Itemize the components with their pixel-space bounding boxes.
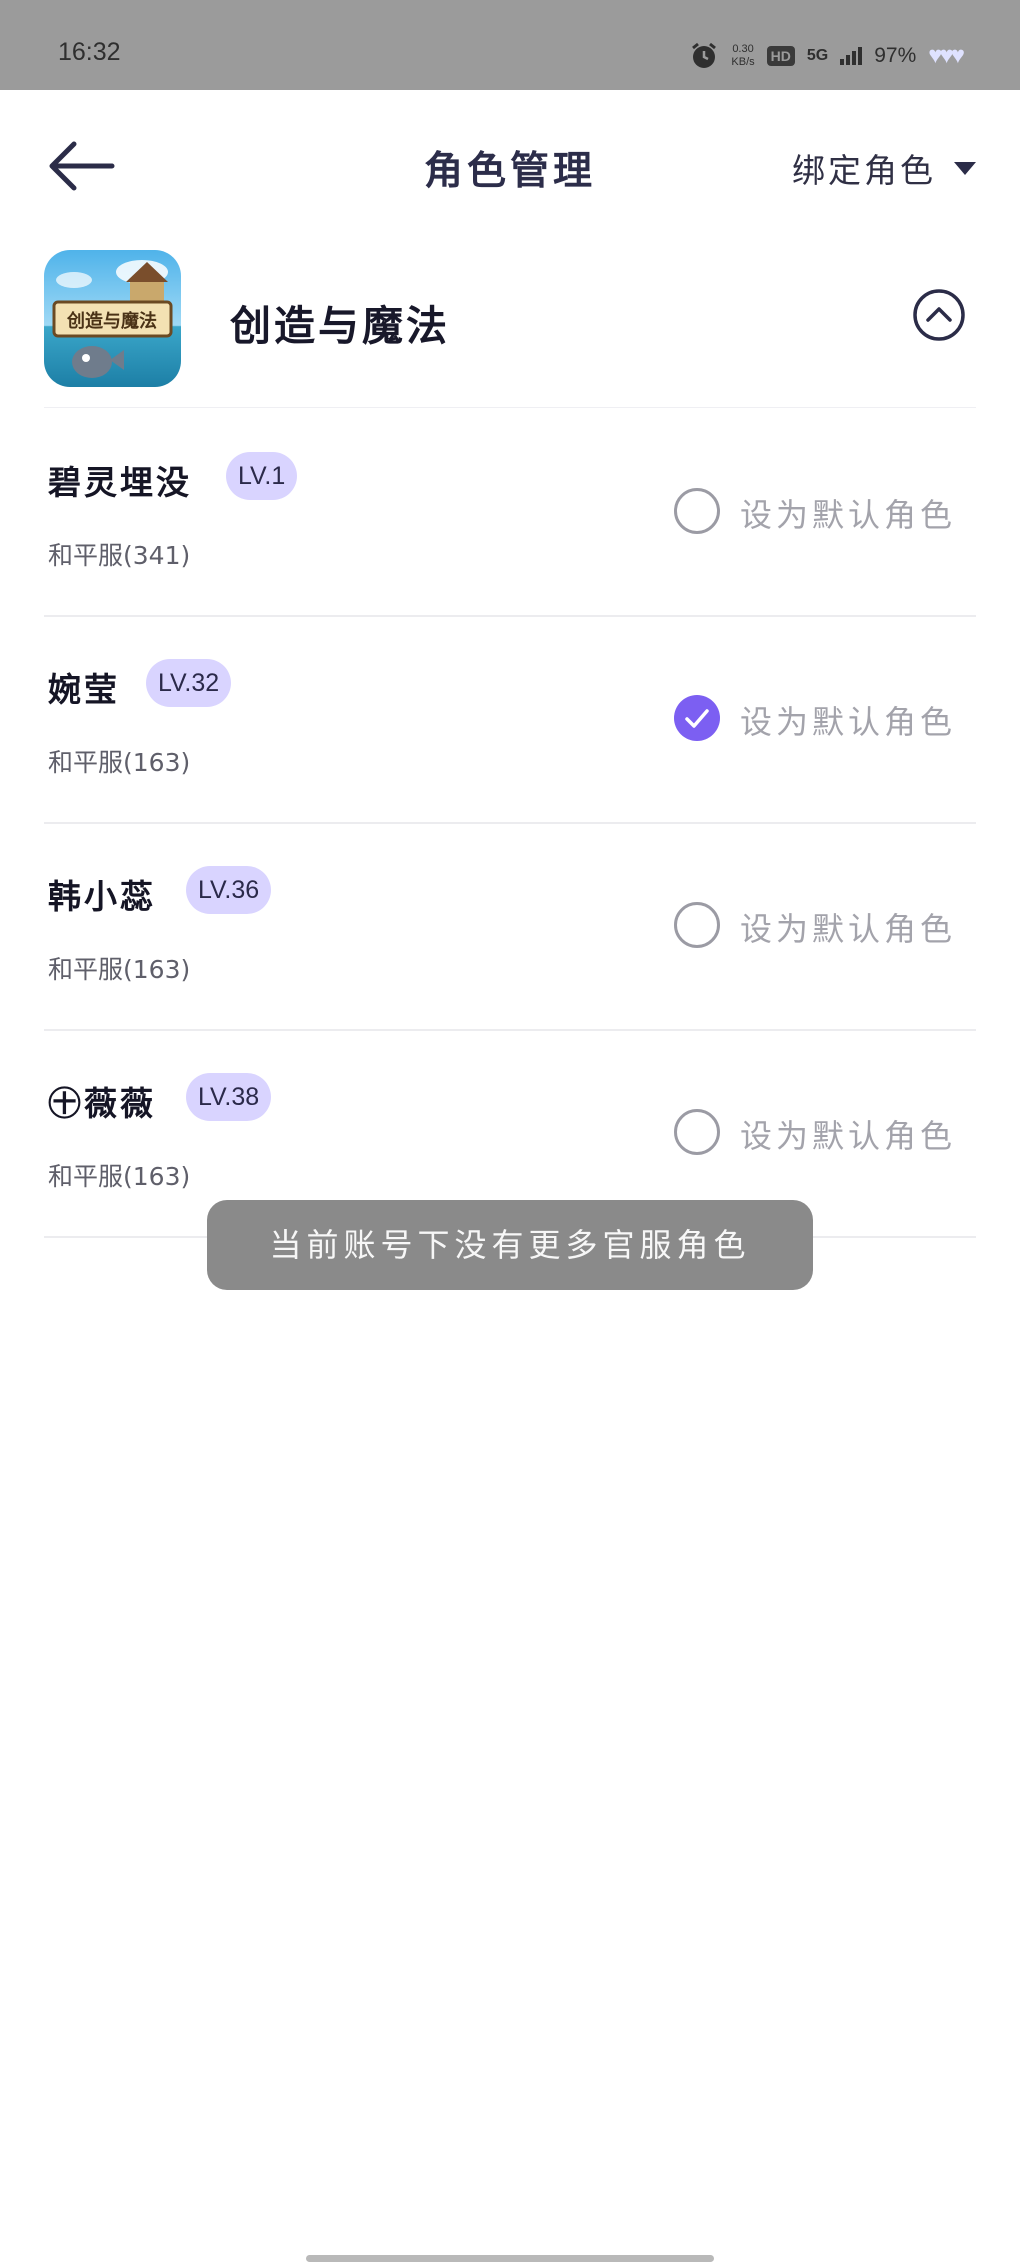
level-badge: LV.32 [146,659,232,707]
role-server: 和平服(163) [48,955,191,984]
bind-role-dropdown[interactable]: 绑定角色 [792,144,976,192]
game-name: 创造与魔法 [230,302,450,350]
game-header[interactable]: 创造与魔法 创造与魔法 [44,248,976,408]
hearts-icon: ♥♥♥ [928,42,965,69]
default-radio-checked[interactable] [674,695,720,741]
chevron-up-circle-icon [913,289,965,341]
role-name: 韩小蕊 [48,877,156,916]
role-row: 婉莹 LV.32 和平服(163) 设为默认角色 [44,617,976,824]
role-name: 碧灵埋没 [48,463,192,502]
role-server: 和平服(341) [48,541,191,570]
default-radio[interactable] [674,488,720,534]
caret-down-icon [954,161,976,175]
role-name: ㊉薇薇 [48,1084,156,1123]
network-speed-unit: KB/s [731,56,755,68]
home-indicator[interactable] [306,2255,714,2262]
role-row: 碧灵埋没 LV.1 和平服(341) 设为默认角色 [44,410,976,617]
bind-role-label: 绑定角色 [792,151,936,190]
status-icons: 0.30 KB/s HD 5G 97% ♥♥♥ [689,38,965,74]
check-icon [685,709,709,728]
network-type: 5G [806,47,829,64]
role-name: 婉莹 [48,670,120,709]
status-time: 16:32 [58,38,121,66]
level-badge: LV.1 [226,452,298,500]
collapse-button[interactable] [912,288,966,342]
set-default-label[interactable]: 设为默认角色 [740,490,956,536]
hd-badge: HD [766,46,795,66]
level-badge: LV.36 [186,866,272,914]
game-icon: 创造与魔法 [44,250,181,387]
battery-level: 97% [874,44,917,67]
role-server: 和平服(163) [48,1162,191,1191]
network-speed-value: 0.30 [732,43,754,55]
default-radio[interactable] [674,902,720,948]
network-speed: 0.30 KB/s [731,43,754,69]
alarm-icon [692,42,717,68]
toast-message: 当前账号下没有更多官服角色 [207,1200,813,1290]
app-header: 角色管理 绑定角色 [0,90,1020,240]
set-default-label[interactable]: 设为默认角色 [740,1111,956,1157]
level-badge: LV.38 [186,1073,272,1121]
role-list: 碧灵埋没 LV.1 和平服(341) 设为默认角色 婉莹 LV.32 和平服(1… [44,410,976,1238]
role-server: 和平服(163) [48,748,191,777]
signal-icon [840,47,863,65]
role-row: 韩小蕊 LV.36 和平服(163) 设为默认角色 [44,824,976,1031]
game-icon-text: 创造与魔法 [66,310,157,332]
default-radio[interactable] [674,1109,720,1155]
set-default-label[interactable]: 设为默认角色 [740,904,956,950]
status-bar: 16:32 0.30 KB/s HD 5G 97% ♥♥♥ [0,0,1020,90]
set-default-label[interactable]: 设为默认角色 [740,697,956,743]
